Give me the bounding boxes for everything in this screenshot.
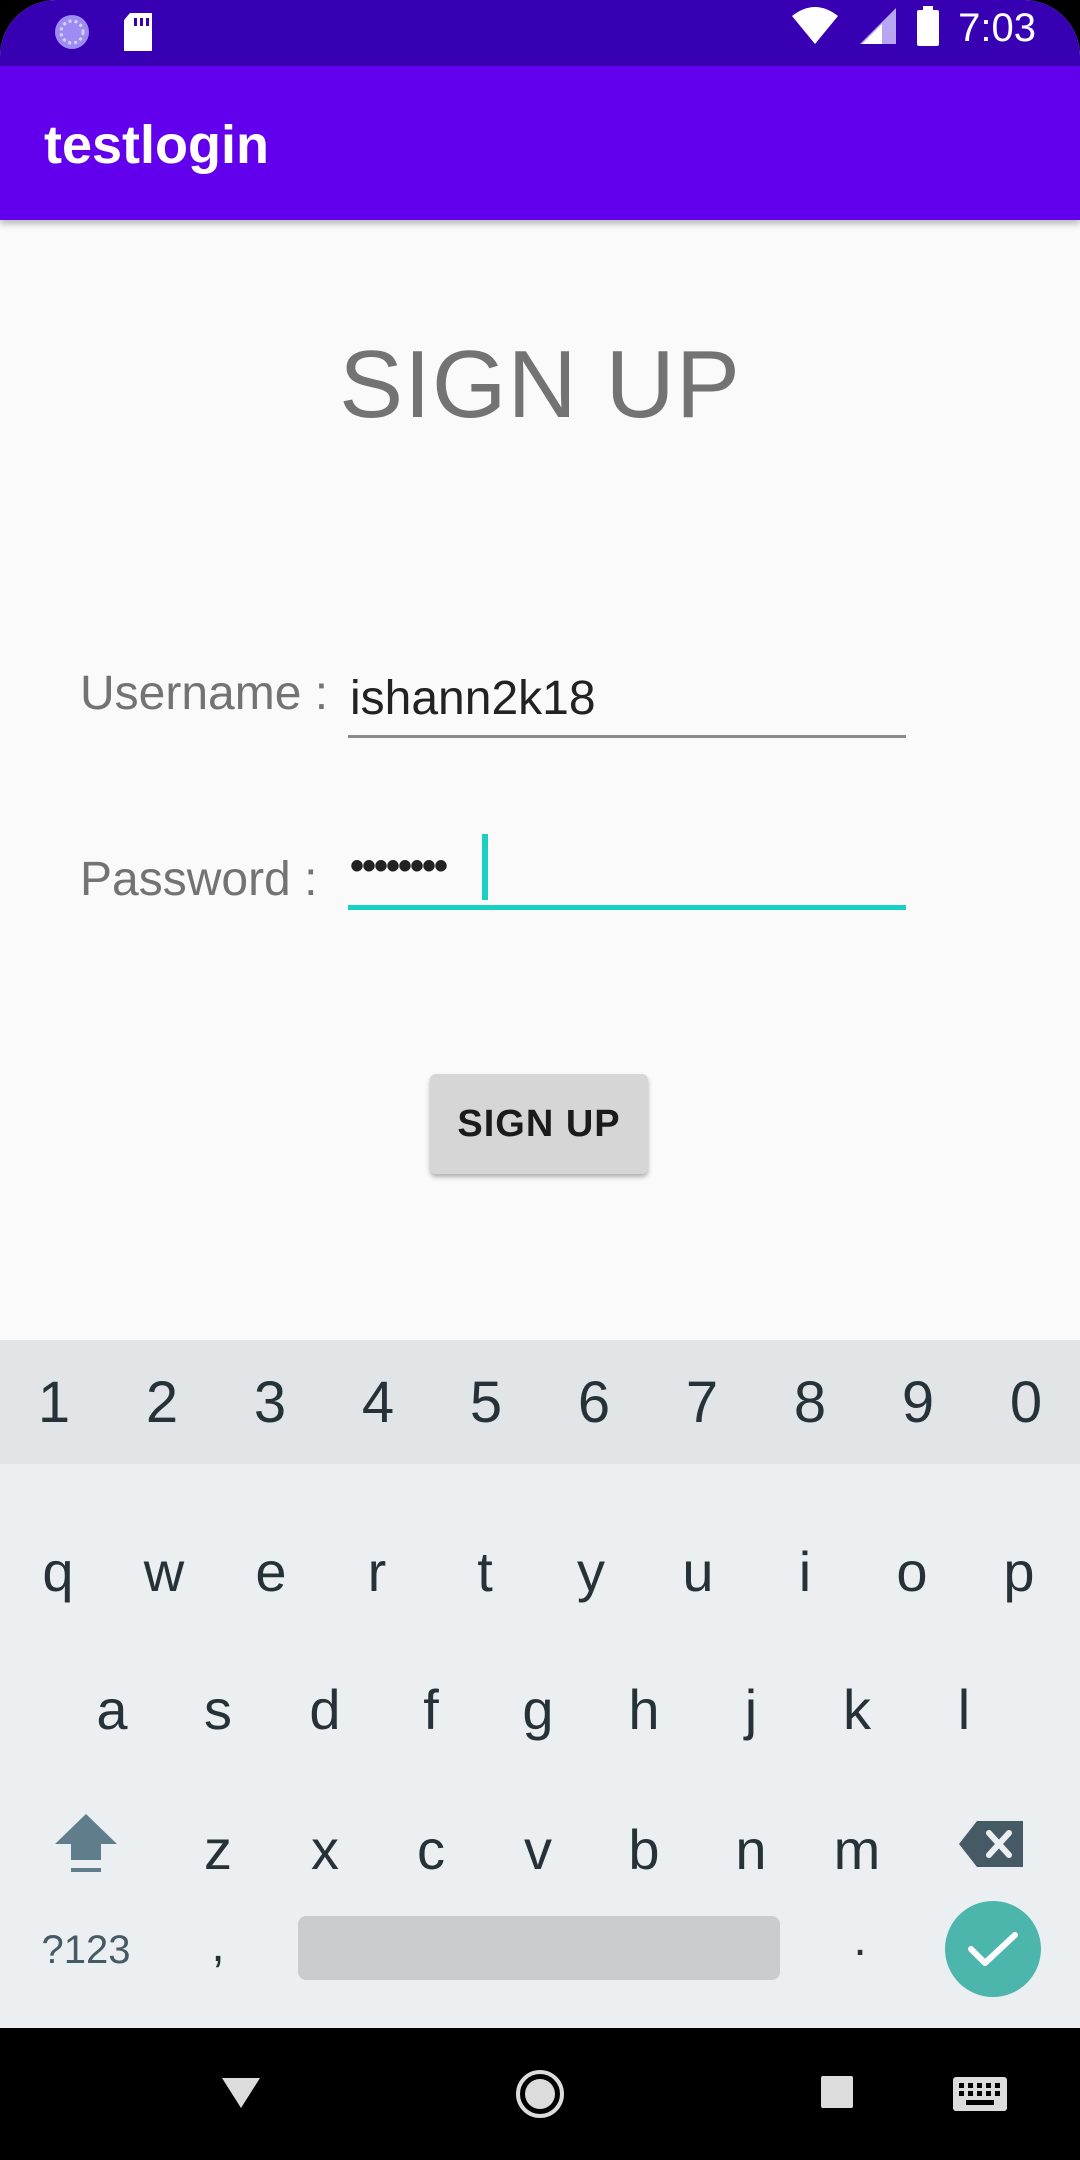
key-p[interactable]: p <box>979 1532 1059 1612</box>
username-input[interactable] <box>348 668 910 728</box>
key-0[interactable]: 0 <box>986 1369 1066 1436</box>
signup-button[interactable]: SIGN UP <box>430 1074 648 1174</box>
sync-icon <box>52 12 92 57</box>
battery-icon <box>916 6 940 51</box>
key-f[interactable]: f <box>391 1670 471 1750</box>
username-field[interactable] <box>348 668 910 738</box>
shift-key[interactable] <box>46 1806 126 1897</box>
key-4[interactable]: 4 <box>338 1369 418 1436</box>
cell-signal-icon <box>858 6 898 51</box>
wifi-icon <box>790 6 840 51</box>
comma-key[interactable]: , <box>178 1906 258 1986</box>
shift-icon <box>55 1814 117 1872</box>
key-d[interactable]: d <box>285 1670 365 1750</box>
key-w[interactable]: w <box>124 1532 204 1612</box>
password-field[interactable]: •••••••• <box>348 834 906 910</box>
sd-card-icon <box>122 13 154 56</box>
soft-keyboard: 1 2 3 4 5 6 7 8 9 0 q w e r t y u i o p … <box>0 1340 1080 2028</box>
key-9[interactable]: 9 <box>878 1369 958 1436</box>
screen: 7:03 testlogin SIGN UP Username : Passwo… <box>0 0 1080 2160</box>
username-underline <box>348 735 906 738</box>
backspace-icon <box>959 1821 1023 1867</box>
keyboard-switch-icon[interactable] <box>952 2076 1008 2117</box>
key-u[interactable]: u <box>658 1532 738 1612</box>
key-a[interactable]: a <box>72 1670 152 1750</box>
key-q[interactable]: q <box>18 1532 98 1612</box>
status-time: 7:03 <box>958 6 1036 50</box>
key-z[interactable]: z <box>178 1810 258 1890</box>
key-s[interactable]: s <box>178 1670 258 1750</box>
key-t[interactable]: t <box>445 1532 525 1612</box>
key-b[interactable]: b <box>604 1810 684 1890</box>
key-y[interactable]: y <box>551 1532 631 1612</box>
status-bar: 7:03 <box>0 0 1080 66</box>
key-o[interactable]: o <box>872 1532 952 1612</box>
key-c[interactable]: c <box>391 1810 471 1890</box>
text-caret <box>482 834 488 900</box>
password-label: Password : <box>80 853 318 906</box>
backspace-key[interactable] <box>952 1810 1032 1890</box>
key-6[interactable]: 6 <box>554 1369 634 1436</box>
app-title: testlogin <box>44 115 269 175</box>
page-heading: SIGN UP <box>339 331 741 438</box>
username-label: Username : <box>80 667 329 720</box>
back-icon[interactable] <box>220 2074 262 2115</box>
key-2[interactable]: 2 <box>122 1369 202 1436</box>
key-l[interactable]: l <box>924 1670 1004 1750</box>
navigation-bar <box>0 2028 1080 2160</box>
key-5[interactable]: 5 <box>446 1369 526 1436</box>
key-i[interactable]: i <box>765 1532 845 1612</box>
checkmark-icon <box>968 1932 1018 1966</box>
recents-icon[interactable] <box>819 2074 855 2115</box>
key-v[interactable]: v <box>498 1810 578 1890</box>
key-k[interactable]: k <box>817 1670 897 1750</box>
number-row: 1 2 3 4 5 6 7 8 9 0 <box>0 1340 1080 1464</box>
key-8[interactable]: 8 <box>770 1369 850 1436</box>
key-h[interactable]: h <box>604 1670 684 1750</box>
app-bar: testlogin <box>0 66 1080 220</box>
key-3[interactable]: 3 <box>230 1369 310 1436</box>
key-n[interactable]: n <box>711 1810 791 1890</box>
key-g[interactable]: g <box>498 1670 578 1750</box>
status-right-icons: 7:03 <box>790 6 1036 51</box>
key-e[interactable]: e <box>231 1532 311 1612</box>
status-left-icons <box>52 12 154 57</box>
enter-key[interactable] <box>945 1901 1041 1997</box>
key-7[interactable]: 7 <box>662 1369 742 1436</box>
key-x[interactable]: x <box>285 1810 365 1890</box>
password-input[interactable]: •••••••• <box>348 836 910 896</box>
key-r[interactable]: r <box>337 1532 417 1612</box>
period-key[interactable]: . <box>820 1900 900 1980</box>
key-1[interactable]: 1 <box>14 1369 94 1436</box>
key-j[interactable]: j <box>711 1670 791 1750</box>
key-m[interactable]: m <box>817 1810 897 1890</box>
password-underline <box>348 905 906 910</box>
symbols-key[interactable]: ?123 <box>6 1910 166 1990</box>
spacebar[interactable] <box>298 1916 780 1980</box>
home-icon[interactable] <box>514 2068 566 2125</box>
